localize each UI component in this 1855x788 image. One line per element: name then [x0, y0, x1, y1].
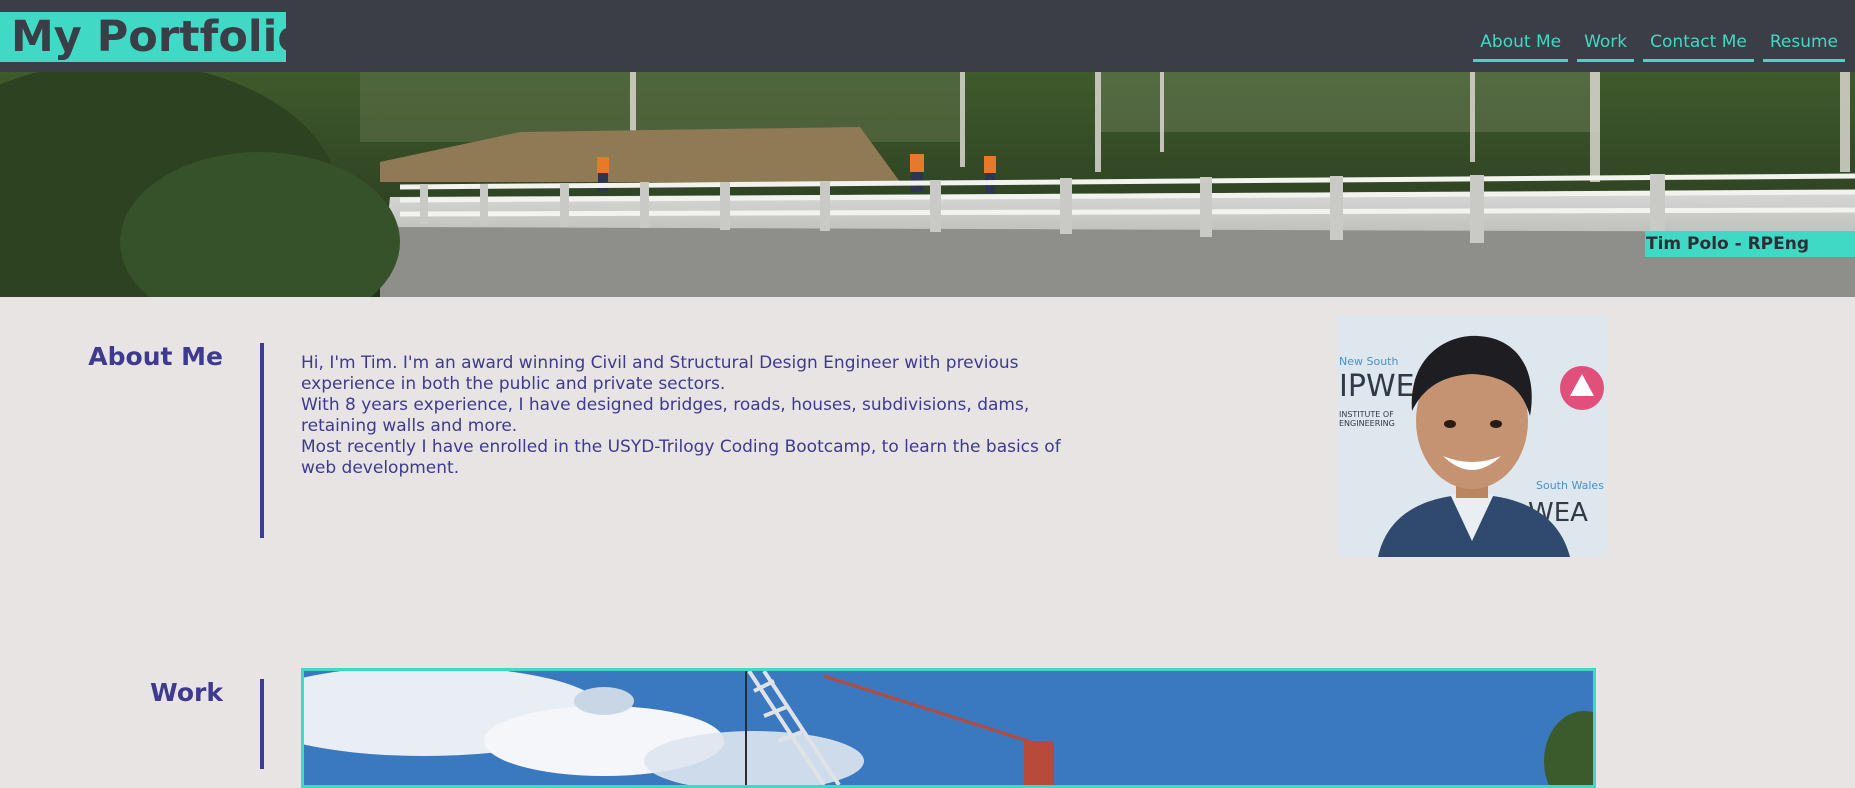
site-brand[interactable]: My Portfolio	[0, 12, 307, 62]
nav-link-resume[interactable]: Resume	[1762, 30, 1845, 62]
work-divider	[260, 679, 264, 769]
site-header: My Portfolio About Me Work Contact Me Re…	[0, 0, 1855, 72]
hero-bridge-image	[0, 72, 1855, 297]
about-text: Hi, I'm Tim. I'm an award winning Civil …	[301, 353, 1081, 479]
work-project-card[interactable]	[301, 668, 1596, 788]
profile-photo-image: New South IPWE INSTITUTE OF ENGINEERING …	[1338, 316, 1607, 557]
about-paragraph-3: Most recently I have enrolled in the USY…	[301, 437, 1061, 478]
profile-photo: New South IPWE INSTITUTE OF ENGINEERING …	[1338, 316, 1607, 557]
nav-link-contact-me[interactable]: Contact Me	[1643, 30, 1754, 62]
svg-text:South Wales: South Wales	[1536, 479, 1604, 492]
work-project-image	[304, 671, 1593, 785]
hero-banner: Tim Polo - RPEng	[0, 72, 1855, 297]
about-divider	[260, 343, 264, 538]
svg-text:IPWE: IPWE	[1339, 369, 1415, 404]
hero-name-tag: Tim Polo - RPEng	[1645, 231, 1855, 257]
svg-text:New South: New South	[1339, 355, 1398, 368]
about-paragraph-2: With 8 years experience, I have designed…	[301, 395, 1030, 436]
nav-link-work[interactable]: Work	[1577, 30, 1635, 62]
work-heading: Work	[150, 678, 223, 707]
main-nav: About Me Work Contact Me Resume	[1473, 30, 1845, 62]
about-paragraph-1: Hi, I'm Tim. I'm an award winning Civil …	[301, 353, 1019, 394]
nav-link-about-me[interactable]: About Me	[1473, 30, 1569, 62]
about-heading: About Me	[88, 342, 223, 371]
svg-text:ENGINEERING: ENGINEERING	[1339, 419, 1395, 428]
svg-text:INSTITUTE OF: INSTITUTE OF	[1339, 410, 1394, 419]
